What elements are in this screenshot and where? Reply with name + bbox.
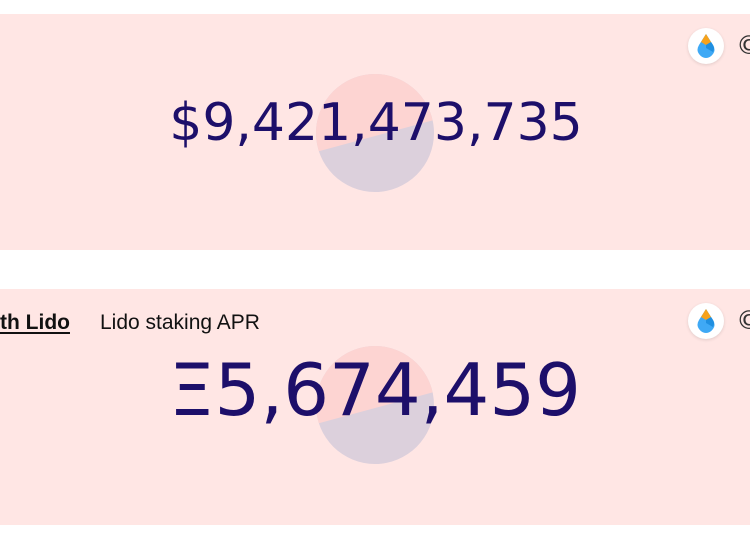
lido-staking-apr-label: Lido staking APR: [100, 311, 260, 334]
staked-eth-card: th Lido Lido staking APR Ξ5,674,459 ©: [0, 289, 750, 525]
copy-icon[interactable]: ©: [736, 305, 750, 337]
tvl-amount: $9,421,473,735: [169, 93, 583, 153]
stake-with-lido-link[interactable]: th Lido: [0, 309, 70, 337]
tvl-card: $9,421,473,735 ©: [0, 14, 750, 250]
lido-drop-icon[interactable]: [688, 303, 724, 339]
staked-eth-amount: Ξ5,674,459: [169, 348, 581, 432]
lido-drop-icon[interactable]: [688, 28, 724, 64]
copy-icon[interactable]: ©: [736, 30, 750, 62]
